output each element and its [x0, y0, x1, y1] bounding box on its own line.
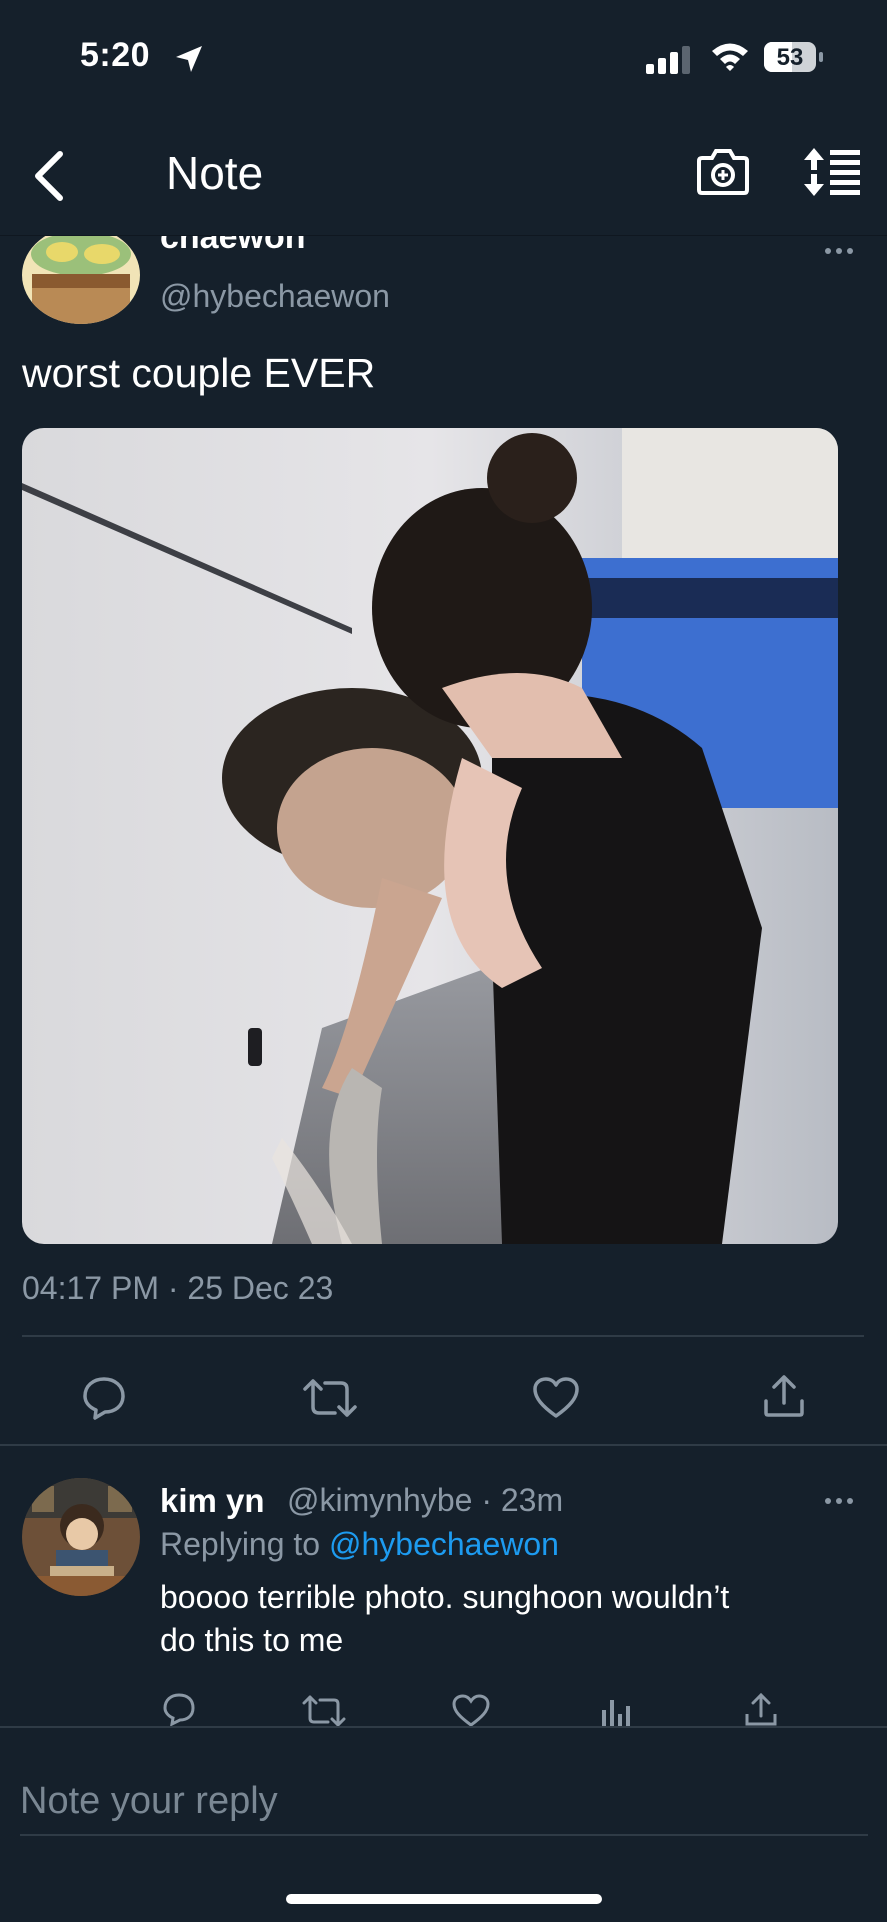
main-tweet: chaewon @hybechaewon worst couple EVER 0…: [0, 180, 887, 1440]
replying-to: Replying to @hybechaewon: [160, 1526, 559, 1563]
tweet-text: worst couple EVER: [22, 350, 376, 396]
page-title: Note: [166, 147, 264, 199]
reply-heart-icon[interactable]: [452, 1694, 490, 1728]
battery-level: 53: [776, 44, 804, 71]
tweet-timestamp: 04:17 PM · 25 Dec 23: [22, 1270, 334, 1306]
compose-divider: [20, 1834, 868, 1836]
reply-retweet-icon[interactable]: [302, 1694, 346, 1728]
share-button[interactable]: [756, 1368, 812, 1424]
status-bar: 5:20 53: [0, 0, 887, 110]
reply-input[interactable]: Note your reply: [20, 1780, 278, 1823]
reply-compose-bar: Note your reply: [0, 1726, 887, 1922]
reply-actions: [0, 1690, 887, 1730]
home-indicator: [286, 1894, 602, 1904]
more-options-icon[interactable]: [824, 246, 854, 256]
tweet-actions: [0, 1360, 887, 1440]
back-chevron-icon[interactable]: [30, 148, 70, 204]
reply-avatar[interactable]: [22, 1478, 140, 1596]
reply-text: boooo terrible photo. sunghoon wouldn’t …: [160, 1576, 729, 1662]
like-button[interactable]: [528, 1370, 584, 1426]
divider: [22, 1335, 864, 1337]
user-handle[interactable]: @hybechaewon: [160, 278, 390, 315]
reply-analytics-icon[interactable]: [600, 1696, 632, 1728]
add-photo-camera-icon[interactable]: [696, 146, 750, 196]
share-icon: [764, 1375, 804, 1417]
location-arrow-icon: [176, 46, 202, 72]
heart-icon: [533, 1377, 579, 1418]
sort-list-icon[interactable]: [802, 146, 862, 198]
reply-display-name[interactable]: kim yn: [160, 1482, 265, 1520]
reply-button[interactable]: [76, 1370, 132, 1426]
reply-reply-icon[interactable]: [162, 1692, 196, 1726]
replying-to-label: Replying to: [160, 1526, 321, 1562]
retweet-icon: [303, 1379, 357, 1417]
reply-text-line-2: do this to me: [160, 1622, 344, 1658]
reply-handle-time: @kimynhybe · 23m: [287, 1482, 564, 1518]
replying-to-handle-link[interactable]: @hybechaewon: [329, 1526, 559, 1562]
reply-text-line-1: boooo terrible photo. sunghoon wouldn’t: [160, 1579, 730, 1615]
reply-tweet: kim yn @kimynhybe · 23m Replying to @hyb…: [0, 1446, 887, 1728]
nav-header: Note: [0, 120, 887, 236]
reply-share-icon[interactable]: [744, 1692, 778, 1728]
retweet-button[interactable]: [300, 1370, 360, 1426]
wifi-icon: [712, 43, 748, 71]
cellular-signal-icon: [646, 46, 690, 74]
reply-icon: [83, 1377, 125, 1420]
battery-indicator: 53: [764, 42, 824, 74]
status-time: 5:20: [80, 36, 151, 74]
reply-more-options-icon[interactable]: [824, 1496, 854, 1506]
avatar[interactable]: [22, 226, 140, 324]
tweet-photo[interactable]: [22, 428, 838, 1244]
